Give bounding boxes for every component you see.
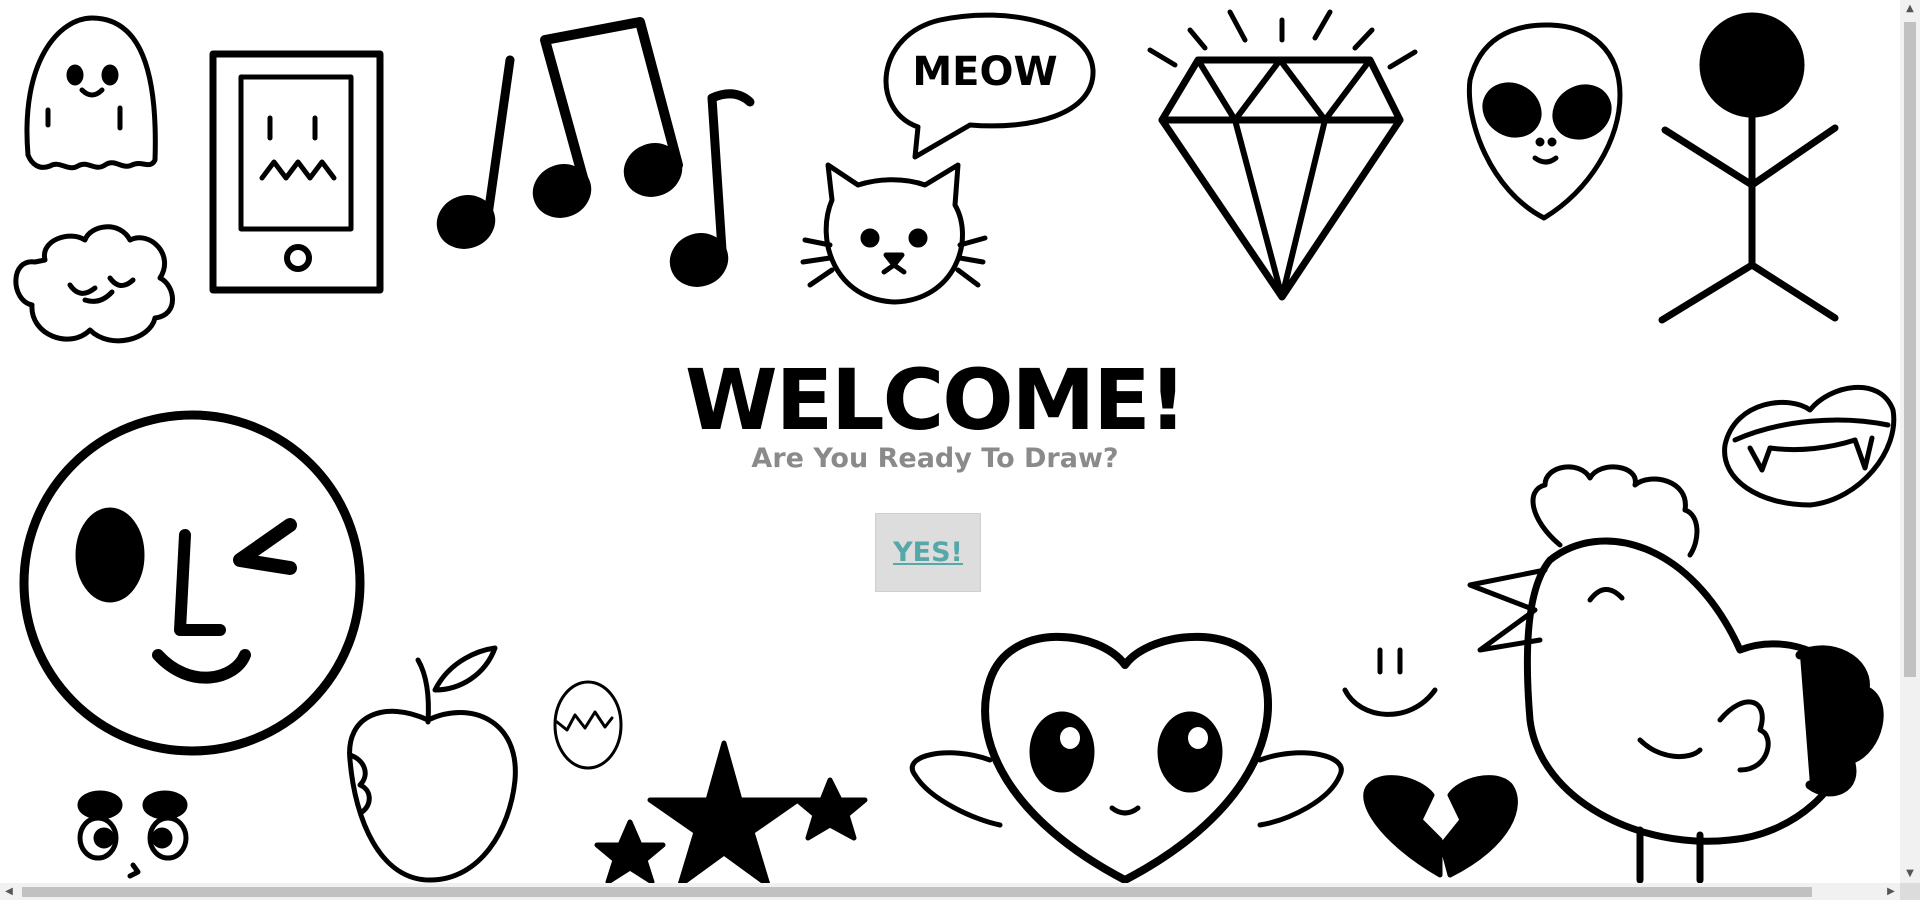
hero-section: WELCOME! Are You Ready To Draw?	[0, 352, 1870, 476]
yes-button[interactable]: YES!	[875, 513, 981, 592]
cloud-icon	[13, 224, 175, 344]
cat-icon	[800, 162, 988, 305]
vertical-scrollbar[interactable]: ▲ ▼	[1900, 0, 1920, 883]
music-notes-icon	[436, 17, 755, 287]
heart-character-icon	[909, 632, 1344, 883]
horizontal-scrollbar[interactable]: ◀ ▶	[0, 883, 1900, 900]
diamond-icon	[1147, 9, 1418, 301]
ghost-icon	[24, 15, 158, 171]
apple-icon	[347, 645, 518, 883]
phone-icon	[209, 50, 384, 294]
horizontal-scroll-thumb[interactable]	[22, 887, 1812, 897]
scroll-down-arrow-icon[interactable]: ▼	[1900, 865, 1920, 883]
meow-text: MEOW	[912, 49, 1057, 95]
scroll-up-arrow-icon[interactable]: ▲	[1900, 0, 1920, 18]
page-title: WELCOME!	[685, 351, 1187, 449]
alien-icon	[1466, 22, 1623, 221]
egg-icon	[553, 680, 623, 770]
chicken-icon	[1467, 464, 1884, 883]
scroll-right-arrow-icon[interactable]: ▶	[1882, 883, 1900, 900]
stick-figure-icon	[1658, 12, 1839, 324]
broken-heart-icon	[1363, 775, 1518, 878]
stars-icon	[594, 740, 868, 883]
scroll-left-arrow-icon[interactable]: ◀	[0, 883, 18, 900]
vertical-scroll-thumb[interactable]	[1904, 22, 1916, 677]
smile-icon	[1342, 647, 1438, 717]
meow-bubble-icon: MEOW	[883, 12, 1096, 160]
scrollbar-corner	[1900, 883, 1920, 900]
eyes-icon	[77, 790, 189, 879]
page-subtitle: Are You Ready To Draw?	[751, 443, 1119, 474]
